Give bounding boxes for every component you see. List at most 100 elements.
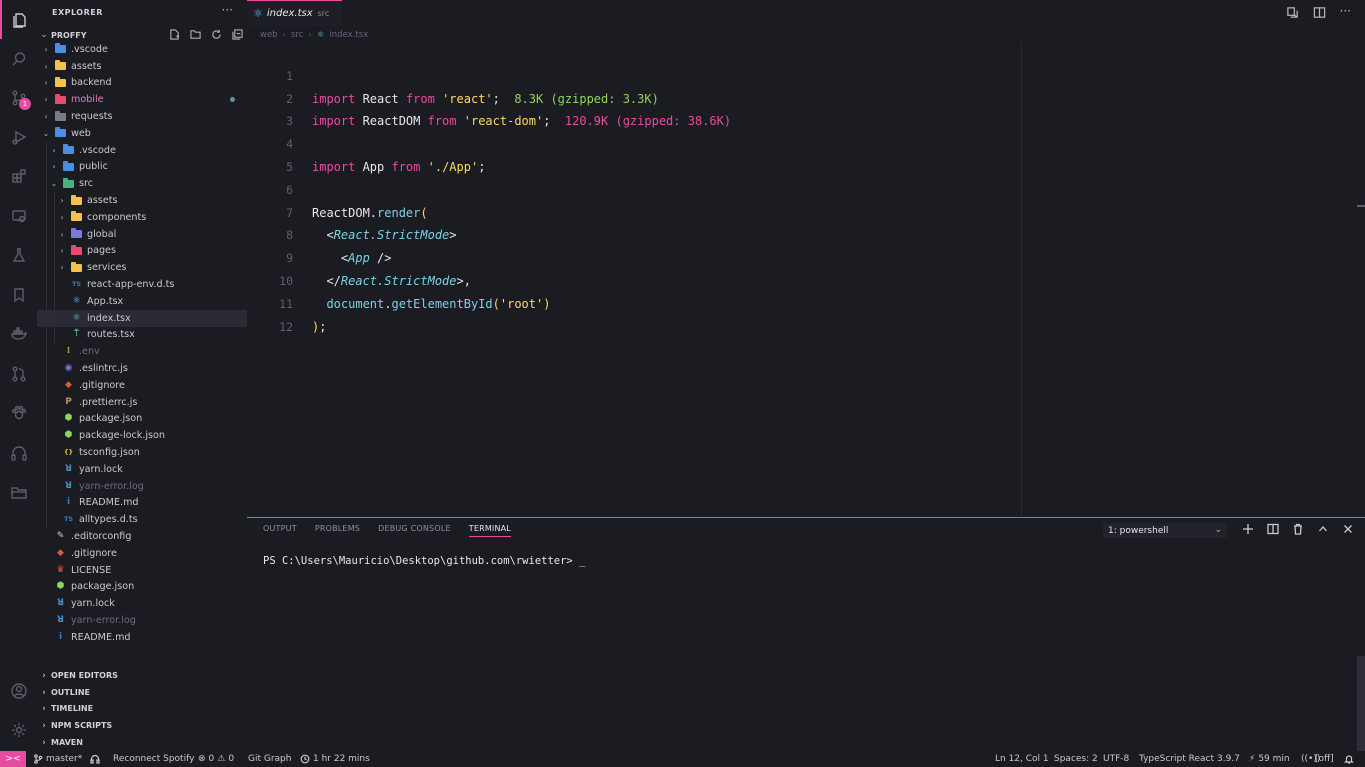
new-file-icon[interactable] bbox=[168, 28, 180, 40]
account-icon[interactable] bbox=[0, 671, 37, 710]
compare-changes-icon[interactable] bbox=[1286, 6, 1299, 22]
section-maven[interactable]: › MAVEN bbox=[37, 734, 247, 751]
tree-file[interactable]: i README.md bbox=[37, 494, 247, 512]
breadcrumb-item[interactable]: src bbox=[291, 30, 303, 40]
language-mode[interactable]: TypeScript React bbox=[1139, 751, 1214, 767]
remote-indicator[interactable]: >< bbox=[0, 751, 26, 767]
tree-folder[interactable]: ⌄ src bbox=[37, 175, 247, 193]
toggle-label[interactable]: [off] bbox=[1315, 751, 1334, 767]
code-editor[interactable]: 1 import React from 'react'; 8.3K (gzipp… bbox=[247, 42, 1020, 512]
tree-file[interactable]: ⬢ package-lock.json bbox=[37, 427, 247, 445]
tab-index-tsx[interactable]: ⚛ index.tsx src bbox=[247, 0, 342, 26]
wakatime-status[interactable]: ⚡ 59 min bbox=[1249, 751, 1290, 767]
tree-file[interactable]: ⬢ package.json bbox=[37, 579, 247, 596]
indentation-status[interactable]: Spaces: 2 bbox=[1054, 751, 1098, 767]
tree-file[interactable]: ⍑ routes.tsx bbox=[37, 326, 247, 344]
bookmark-icon[interactable] bbox=[0, 275, 37, 314]
tree-folder[interactable]: › public bbox=[37, 158, 247, 176]
tree-folder[interactable]: › backend bbox=[37, 75, 247, 92]
encoding-status[interactable]: UTF-8 bbox=[1103, 751, 1129, 767]
chevron-right-icon: › bbox=[42, 670, 46, 681]
tree-folder[interactable]: › assets bbox=[37, 58, 247, 75]
new-folder-icon[interactable] bbox=[189, 28, 201, 40]
tree-file[interactable]: ◆ .gitignore bbox=[37, 376, 247, 394]
section-timeline[interactable]: › TIMELINE bbox=[37, 700, 247, 717]
tree-folder[interactable]: › components bbox=[37, 208, 247, 226]
tree-folder[interactable]: › assets bbox=[37, 192, 247, 209]
tab-debug-console[interactable]: DEBUG CONSOLE bbox=[378, 524, 451, 537]
tab-terminal[interactable]: TERMINAL bbox=[468, 524, 512, 537]
remote-explorer-icon[interactable] bbox=[0, 196, 37, 235]
project-header[interactable]: ⌄ PROFFY bbox=[37, 28, 247, 42]
tab-problems[interactable]: PROBLEMS bbox=[315, 524, 360, 537]
tree-file[interactable]: ◉ .eslintrc.js bbox=[37, 360, 247, 377]
git-graph-icon[interactable] bbox=[0, 354, 37, 393]
tree-file[interactable]: i README.md bbox=[37, 629, 247, 646]
tab-output[interactable]: OUTPUT bbox=[263, 524, 297, 537]
problems-status[interactable]: ⊗ 0 ⚠ 0 bbox=[198, 751, 234, 767]
tree-file[interactable]: ⚛ App.tsx bbox=[37, 292, 247, 310]
tree-file[interactable]: ⬢ package.json bbox=[37, 410, 247, 428]
tree-folder[interactable]: › .vscode bbox=[37, 41, 247, 58]
paw-icon[interactable] bbox=[0, 393, 37, 432]
indent-guide bbox=[46, 276, 47, 293]
branch-status[interactable]: master* bbox=[33, 751, 82, 767]
typescript-version[interactable]: 3.9.7 bbox=[1217, 751, 1240, 767]
tree-file[interactable]: ⁞ .env bbox=[37, 343, 247, 361]
more-actions-icon[interactable]: ··· bbox=[1340, 5, 1351, 22]
tree-file[interactable]: ꓤ yarn-error.log bbox=[37, 612, 247, 629]
notifications-icon[interactable] bbox=[1344, 751, 1354, 767]
tree-file[interactable]: ꓤ yarn-error.log bbox=[37, 477, 247, 495]
trash-icon[interactable] bbox=[1291, 522, 1304, 535]
terminal-scrollbar[interactable] bbox=[1357, 656, 1365, 752]
tree-item-label: .prettierrc.js bbox=[79, 396, 138, 408]
tree-file[interactable]: ◆ .gitignore bbox=[37, 545, 247, 562]
testing-icon[interactable] bbox=[0, 235, 37, 274]
chevron-up-icon[interactable] bbox=[1316, 522, 1329, 535]
tree-folder[interactable]: › services bbox=[37, 259, 247, 277]
split-terminal-icon[interactable] bbox=[1266, 522, 1279, 535]
section-outline[interactable]: › OUTLINE bbox=[37, 684, 247, 701]
tree-file[interactable]: TS react-app-env.d.ts bbox=[37, 276, 247, 293]
tree-file[interactable]: {} tsconfig.json bbox=[37, 444, 247, 461]
explorer-icon[interactable] bbox=[0, 0, 37, 39]
close-icon[interactable] bbox=[1341, 522, 1354, 535]
breadcrumb-item[interactable]: web bbox=[260, 30, 278, 40]
tree-file[interactable]: P .prettierrc.js bbox=[37, 393, 247, 411]
more-actions-icon[interactable]: ··· bbox=[222, 3, 233, 17]
tree-folder[interactable]: › global bbox=[37, 225, 247, 243]
section-npm-scripts[interactable]: › NPM SCRIPTS bbox=[37, 717, 247, 734]
tree-file[interactable]: ♛ LICENSE bbox=[37, 562, 247, 579]
tree-folder[interactable]: › mobile bbox=[37, 91, 247, 108]
tree-folder[interactable]: › .vscode bbox=[37, 141, 247, 159]
tree-folder[interactable]: › pages bbox=[37, 242, 247, 260]
tree-file[interactable]: ꓤ yarn.lock bbox=[37, 460, 247, 478]
breadcrumb-item[interactable]: index.tsx bbox=[329, 30, 368, 40]
section-open-editors[interactable]: › OPEN EDITORS bbox=[37, 667, 247, 684]
run-debug-icon[interactable] bbox=[0, 117, 37, 156]
collapse-all-icon[interactable] bbox=[231, 28, 243, 40]
new-terminal-icon[interactable] bbox=[1241, 522, 1254, 535]
headphones-icon[interactable] bbox=[90, 751, 100, 767]
refresh-icon[interactable] bbox=[210, 28, 222, 40]
tree-folder[interactable]: ⌄ web bbox=[37, 125, 247, 142]
split-editor-icon[interactable] bbox=[1313, 6, 1326, 22]
source-control-icon[interactable]: 1 bbox=[0, 78, 37, 117]
timer-status[interactable]: 1 hr 22 mins bbox=[300, 751, 370, 767]
terminal-output[interactable]: PS C:\Users\Mauricio\Desktop\github.com\… bbox=[263, 555, 585, 567]
tree-file[interactable]: ꓤ yarn.lock bbox=[37, 595, 247, 612]
headphones-icon[interactable] bbox=[0, 433, 37, 472]
cursor-position[interactable]: Ln 12, Col 1 bbox=[995, 751, 1049, 767]
tree-file[interactable]: ⚛ index.tsx bbox=[37, 309, 247, 327]
tree-file[interactable]: ✎ .editorconfig bbox=[37, 528, 247, 545]
terminal-select[interactable]: 1: powershell ⌄ bbox=[1103, 523, 1227, 538]
tree-file[interactable]: TS alltypes.d.ts bbox=[37, 511, 247, 529]
extensions-icon[interactable] bbox=[0, 156, 37, 195]
tree-folder[interactable]: › requests bbox=[37, 108, 247, 125]
spotify-status[interactable]: Reconnect Spotify bbox=[113, 751, 194, 767]
git-graph-status[interactable]: Git Graph bbox=[248, 751, 291, 767]
gear-icon[interactable] bbox=[0, 710, 37, 749]
docker-icon[interactable] bbox=[0, 314, 37, 353]
project-manager-icon[interactable] bbox=[0, 472, 37, 511]
search-icon[interactable] bbox=[0, 39, 37, 78]
